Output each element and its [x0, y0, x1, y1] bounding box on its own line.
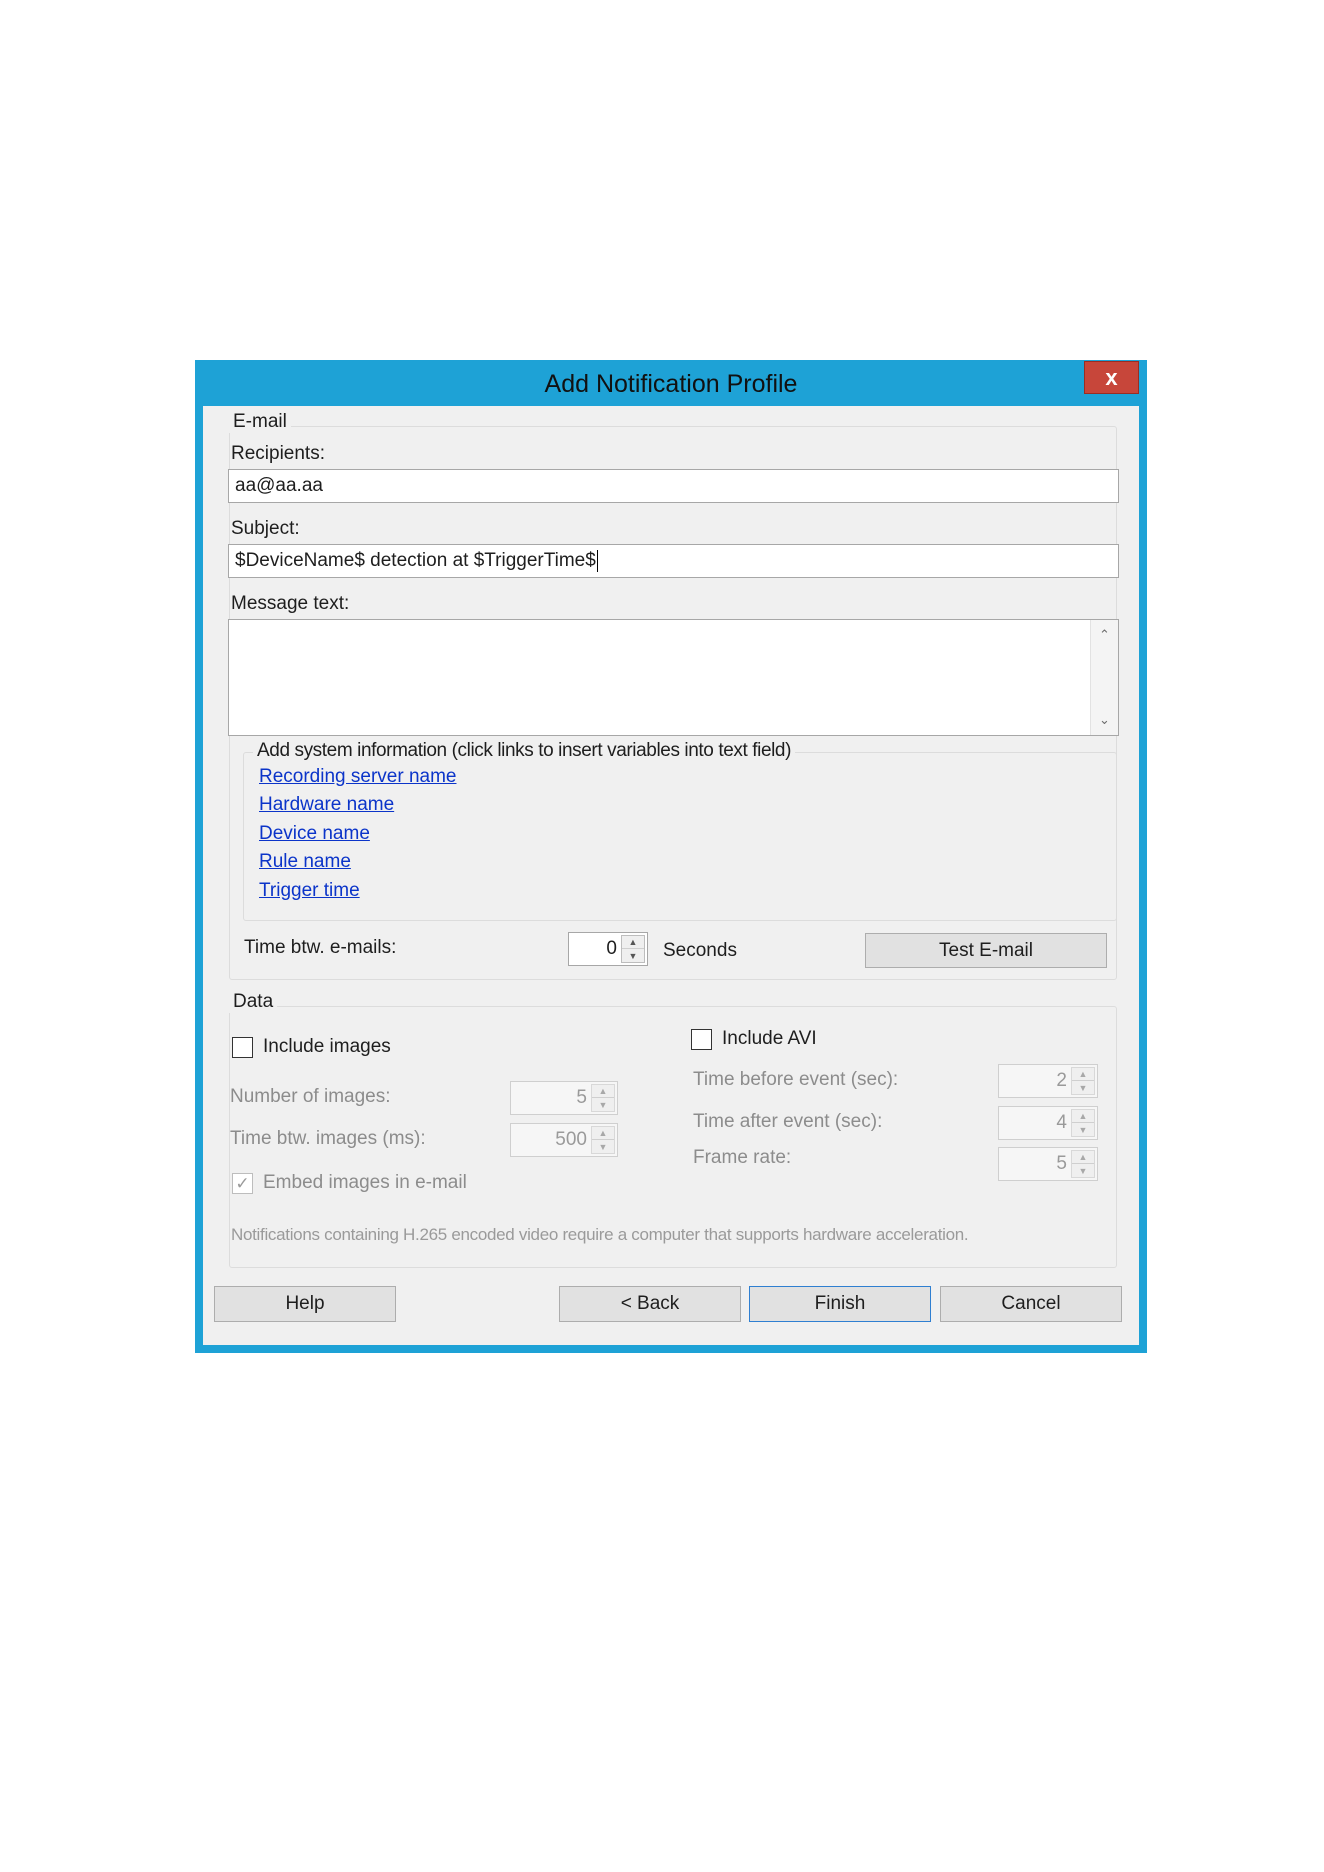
number-of-images-stepper[interactable]: 5 ▲ ▼: [510, 1081, 618, 1115]
stepper-down-icon[interactable]: ▼: [1072, 1164, 1094, 1177]
test-email-button[interactable]: Test E-mail: [865, 933, 1107, 968]
data-group-legend: Data: [229, 991, 278, 1013]
stepper-buttons[interactable]: ▲ ▼: [591, 1126, 615, 1154]
title-bar[interactable]: Add Notification Profile x: [195, 360, 1147, 410]
subject-label: Subject:: [231, 518, 300, 539]
close-button[interactable]: x: [1084, 361, 1139, 394]
frame-rate-value: 5: [1056, 1153, 1067, 1174]
message-scrollbar[interactable]: ⌃ ⌄: [1090, 620, 1118, 735]
subject-field[interactable]: $DeviceName$ detection at $TriggerTime$: [228, 544, 1119, 578]
stepper-down-icon[interactable]: ▼: [1072, 1123, 1094, 1136]
add-notification-profile-dialog: Add Notification Profile x E-mail Recipi…: [195, 360, 1147, 1353]
dialog-title: Add Notification Profile: [544, 370, 798, 398]
dialog-client-area: E-mail Recipients: aa@aa.aa Subject: $De…: [203, 406, 1139, 1345]
stepper-up-icon[interactable]: ▲: [592, 1085, 614, 1098]
link-trigger-time[interactable]: Trigger time: [259, 880, 360, 902]
close-icon: x: [1105, 364, 1118, 390]
embed-images-label[interactable]: Embed images in e-mail: [263, 1172, 467, 1194]
time-between-images-stepper[interactable]: 500 ▲ ▼: [510, 1123, 618, 1157]
time-before-event-stepper[interactable]: 2 ▲ ▼: [998, 1064, 1098, 1098]
frame-rate-label: Frame rate:: [693, 1147, 792, 1168]
stepper-up-icon[interactable]: ▲: [592, 1127, 614, 1140]
recipients-value: aa@aa.aa: [235, 475, 323, 496]
link-hardware-name[interactable]: Hardware name: [259, 794, 394, 816]
stepper-down-icon[interactable]: ▼: [592, 1098, 614, 1111]
link-rule-name[interactable]: Rule name: [259, 851, 351, 873]
number-of-images-value: 5: [576, 1087, 587, 1108]
link-recording-server-name[interactable]: Recording server name: [259, 766, 456, 788]
include-images-checkbox[interactable]: [232, 1037, 253, 1058]
include-images-label[interactable]: Include images: [263, 1036, 391, 1058]
recipients-field[interactable]: aa@aa.aa: [228, 469, 1119, 503]
stepper-buttons[interactable]: ▲ ▼: [1071, 1067, 1095, 1095]
back-button[interactable]: < Back: [559, 1286, 741, 1322]
stepper-buttons[interactable]: ▲ ▼: [591, 1084, 615, 1112]
scroll-down-icon[interactable]: ⌄: [1091, 707, 1118, 733]
stepper-buttons[interactable]: ▲ ▼: [1071, 1109, 1095, 1137]
time-between-images-label: Time btw. images (ms):: [230, 1128, 426, 1149]
text-caret: [596, 550, 598, 572]
time-after-event-label: Time after event (sec):: [693, 1111, 883, 1132]
system-info-legend: Add system information (click links to i…: [253, 740, 796, 762]
time-after-event-value: 4: [1056, 1112, 1067, 1133]
include-avi-label[interactable]: Include AVI: [722, 1028, 817, 1050]
stepper-down-icon[interactable]: ▼: [592, 1140, 614, 1153]
time-between-emails-label: Time btw. e-mails:: [244, 937, 397, 958]
time-before-event-value: 2: [1056, 1070, 1067, 1091]
time-before-event-label: Time before event (sec):: [693, 1069, 899, 1090]
time-between-emails-stepper[interactable]: 0 ▲ ▼: [568, 932, 648, 966]
stepper-up-icon[interactable]: ▲: [1072, 1151, 1094, 1164]
time-between-emails-value: 0: [606, 938, 617, 959]
stepper-buttons[interactable]: ▲ ▼: [1071, 1150, 1095, 1178]
scroll-up-icon[interactable]: ⌃: [1091, 622, 1118, 648]
time-after-event-stepper[interactable]: 4 ▲ ▼: [998, 1106, 1098, 1140]
help-button[interactable]: Help: [214, 1286, 396, 1322]
stepper-up-icon[interactable]: ▲: [622, 936, 644, 949]
finish-button[interactable]: Finish: [749, 1286, 931, 1322]
message-text-field[interactable]: ⌃ ⌄: [228, 619, 1119, 736]
include-avi-checkbox[interactable]: [691, 1029, 712, 1050]
stepper-up-icon[interactable]: ▲: [1072, 1110, 1094, 1123]
message-text-label: Message text:: [231, 593, 350, 614]
stepper-down-icon[interactable]: ▼: [1072, 1081, 1094, 1094]
link-device-name[interactable]: Device name: [259, 823, 370, 845]
stepper-up-icon[interactable]: ▲: [1072, 1068, 1094, 1081]
embed-images-checkbox[interactable]: ✓: [232, 1173, 253, 1194]
time-between-images-value: 500: [555, 1129, 587, 1150]
checkmark-icon: ✓: [235, 1174, 250, 1193]
number-of-images-label: Number of images:: [230, 1086, 391, 1107]
email-group-legend: E-mail: [229, 411, 291, 433]
stepper-buttons[interactable]: ▲ ▼: [621, 935, 645, 963]
stepper-down-icon[interactable]: ▼: [622, 949, 644, 962]
subject-value: $DeviceName$ detection at $TriggerTime$: [235, 550, 596, 571]
h265-note: Notifications containing H.265 encoded v…: [231, 1225, 969, 1244]
cancel-button[interactable]: Cancel: [940, 1286, 1122, 1322]
seconds-label: Seconds: [663, 940, 737, 961]
recipients-label: Recipients:: [231, 443, 325, 464]
frame-rate-stepper[interactable]: 5 ▲ ▼: [998, 1147, 1098, 1181]
